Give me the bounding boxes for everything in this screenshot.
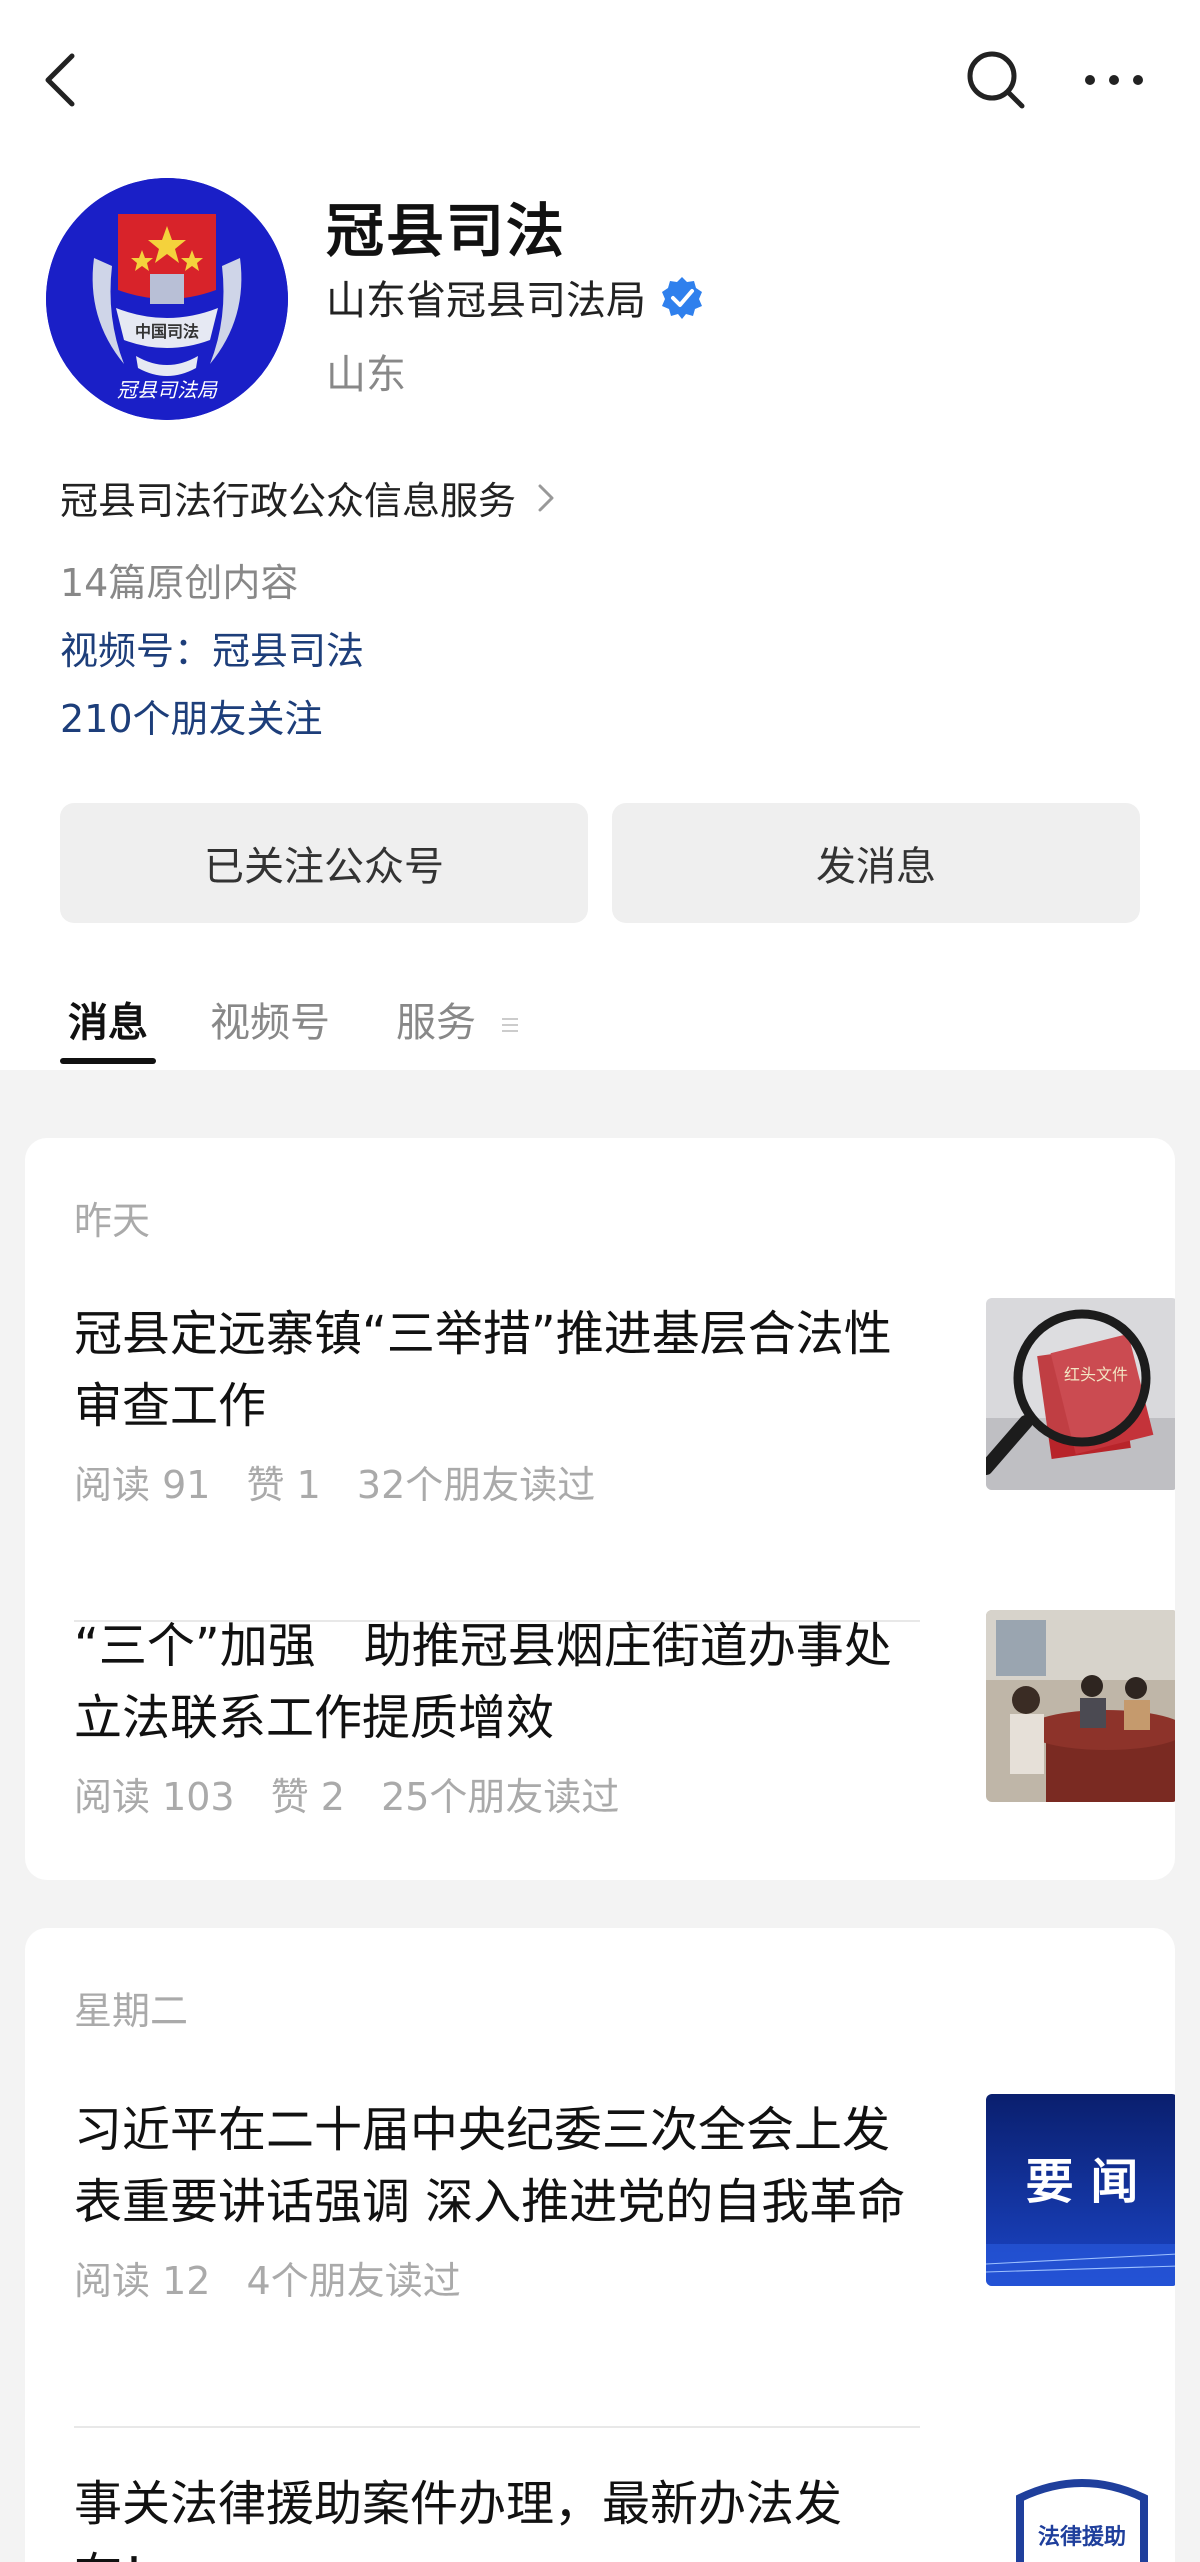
tab-services-label: 服务 (396, 1000, 476, 1046)
friends-read: 4个朋友读过 (246, 2259, 461, 2303)
avatar[interactable]: 中国司法 冠县司法局 (46, 178, 288, 420)
account-description-link[interactable]: 冠县司法行政公众信息服务 (60, 470, 558, 525)
chevron-left-icon (45, 53, 75, 107)
tab-services[interactable]: 服务 (396, 990, 521, 1048)
top-bar (0, 0, 1200, 160)
article-thumbnail (986, 1610, 1175, 1802)
content-tabs: 消息 视频号 服务 (60, 990, 1140, 1070)
followed-button[interactable]: 已关注公众号 (60, 803, 588, 923)
tab-video-channel[interactable]: 视频号 (210, 990, 330, 1048)
article-item[interactable]: 事关法律援助案件办理，最新办法发布！ 法律援助 (74, 2468, 1175, 2562)
friends-read: 32个朋友读过 (356, 1463, 596, 1507)
divider (74, 2426, 920, 2428)
article-title: “三个”加强 助推冠县烟庄街道办事处立法联系工作提质增效 (74, 1618, 892, 1746)
thumb-caption: 法律援助 (1038, 2524, 1126, 2550)
avatar-caption-text: 冠县司法局 (117, 378, 217, 402)
news-banner-image: 要 闻 (986, 2094, 1175, 2286)
legal-aid-logo-image: 法律援助 (986, 2468, 1175, 2562)
chevron-right-icon (538, 484, 554, 511)
article-meta: 阅读 12 4个朋友读过 (74, 2250, 485, 2305)
more-options-button[interactable] (1082, 58, 1146, 102)
article-item[interactable]: 冠县定远寨镇“三举措”推进基层合法性审查工作 阅读 91 赞 1 32个朋友读过… (74, 1298, 1175, 1507)
tab-messages[interactable]: 消息 (68, 990, 148, 1048)
account-region: 山东 (326, 352, 406, 398)
message-feed: 昨天 冠县定远寨镇“三举措”推进基层合法性审查工作 阅读 91 赞 1 32个朋… (0, 1070, 1200, 2562)
message-group-card: 昨天 冠县定远寨镇“三举措”推进基层合法性审查工作 阅读 91 赞 1 32个朋… (25, 1138, 1175, 1880)
verified-badge-icon (662, 277, 702, 319)
article-title: 习近平在二十届中央纪委三次全会上发表重要讲话强调 深入推进党的自我革命 (74, 2102, 906, 2230)
article-meta: 阅读 103 赞 2 25个朋友读过 (74, 1766, 643, 1821)
search-icon (967, 51, 1025, 109)
read-count: 阅读 12 (74, 2259, 211, 2303)
back-button[interactable] (38, 50, 82, 110)
account-profile: 中国司法 冠县司法局 冠县司法 山东省冠县司法局 山东 (0, 170, 1200, 430)
article-thumbnail: 法律援助 (986, 2468, 1175, 2562)
menu-icon (501, 1018, 518, 1032)
thumb-caption: 红头文件 (1064, 1365, 1128, 1384)
friends-read: 25个朋友读过 (381, 1775, 620, 1819)
article-item[interactable]: 习近平在二十届中央纪委三次全会上发表重要讲话强调 深入推进党的自我革命 阅读 1… (74, 2094, 1175, 2303)
send-message-button[interactable]: 发消息 (612, 803, 1140, 923)
article-item[interactable]: “三个”加强 助推冠县烟庄街道办事处立法联系工作提质增效 阅读 103 赞 2 … (74, 1610, 1175, 1819)
video-channel-link[interactable]: 视频号：冠县司法 (60, 620, 364, 675)
avatar-badge-text: 中国司法 (134, 322, 199, 341)
account-description: 冠县司法行政公众信息服务 (60, 479, 517, 523)
article-title: 事关法律援助案件办理，最新办法发布！ (74, 2476, 843, 2562)
friends-following-link[interactable]: 210个朋友关注 (60, 688, 323, 743)
group-date: 昨天 (74, 1199, 151, 1243)
article-thumbnail: 红头文件 (986, 1298, 1175, 1490)
thumb-caption: 要 闻 (1026, 2154, 1139, 2210)
account-name: 冠县司法 (326, 197, 567, 265)
organization-label: 山东省冠县司法局 (326, 278, 646, 324)
like-count: 赞 2 (270, 1775, 345, 1819)
like-count: 赞 1 (246, 1463, 321, 1507)
search-button[interactable] (964, 48, 1028, 112)
read-count: 阅读 91 (74, 1463, 211, 1507)
article-meta: 阅读 91 赞 1 32个朋友读过 (74, 1454, 619, 1509)
magnifier-document-image: 红头文件 (986, 1298, 1175, 1490)
group-date: 星期二 (74, 1989, 189, 2033)
original-content-count[interactable]: 14篇原创内容 (60, 552, 298, 607)
active-tab-indicator (60, 1058, 156, 1064)
account-organization: 山东省冠县司法局 (326, 268, 704, 326)
read-count: 阅读 103 (74, 1775, 235, 1819)
more-horizontal-icon (1085, 75, 1143, 85)
article-title: 冠县定远寨镇“三举措”推进基层合法性审查工作 (74, 1306, 892, 1434)
article-thumbnail: 要 闻 (986, 2094, 1175, 2286)
meeting-photo-image (986, 1610, 1175, 1802)
message-group-card: 星期二 习近平在二十届中央纪委三次全会上发表重要讲话强调 深入推进党的自我革命 … (25, 1928, 1175, 2562)
action-buttons: 已关注公众号 发消息 (60, 803, 1140, 923)
